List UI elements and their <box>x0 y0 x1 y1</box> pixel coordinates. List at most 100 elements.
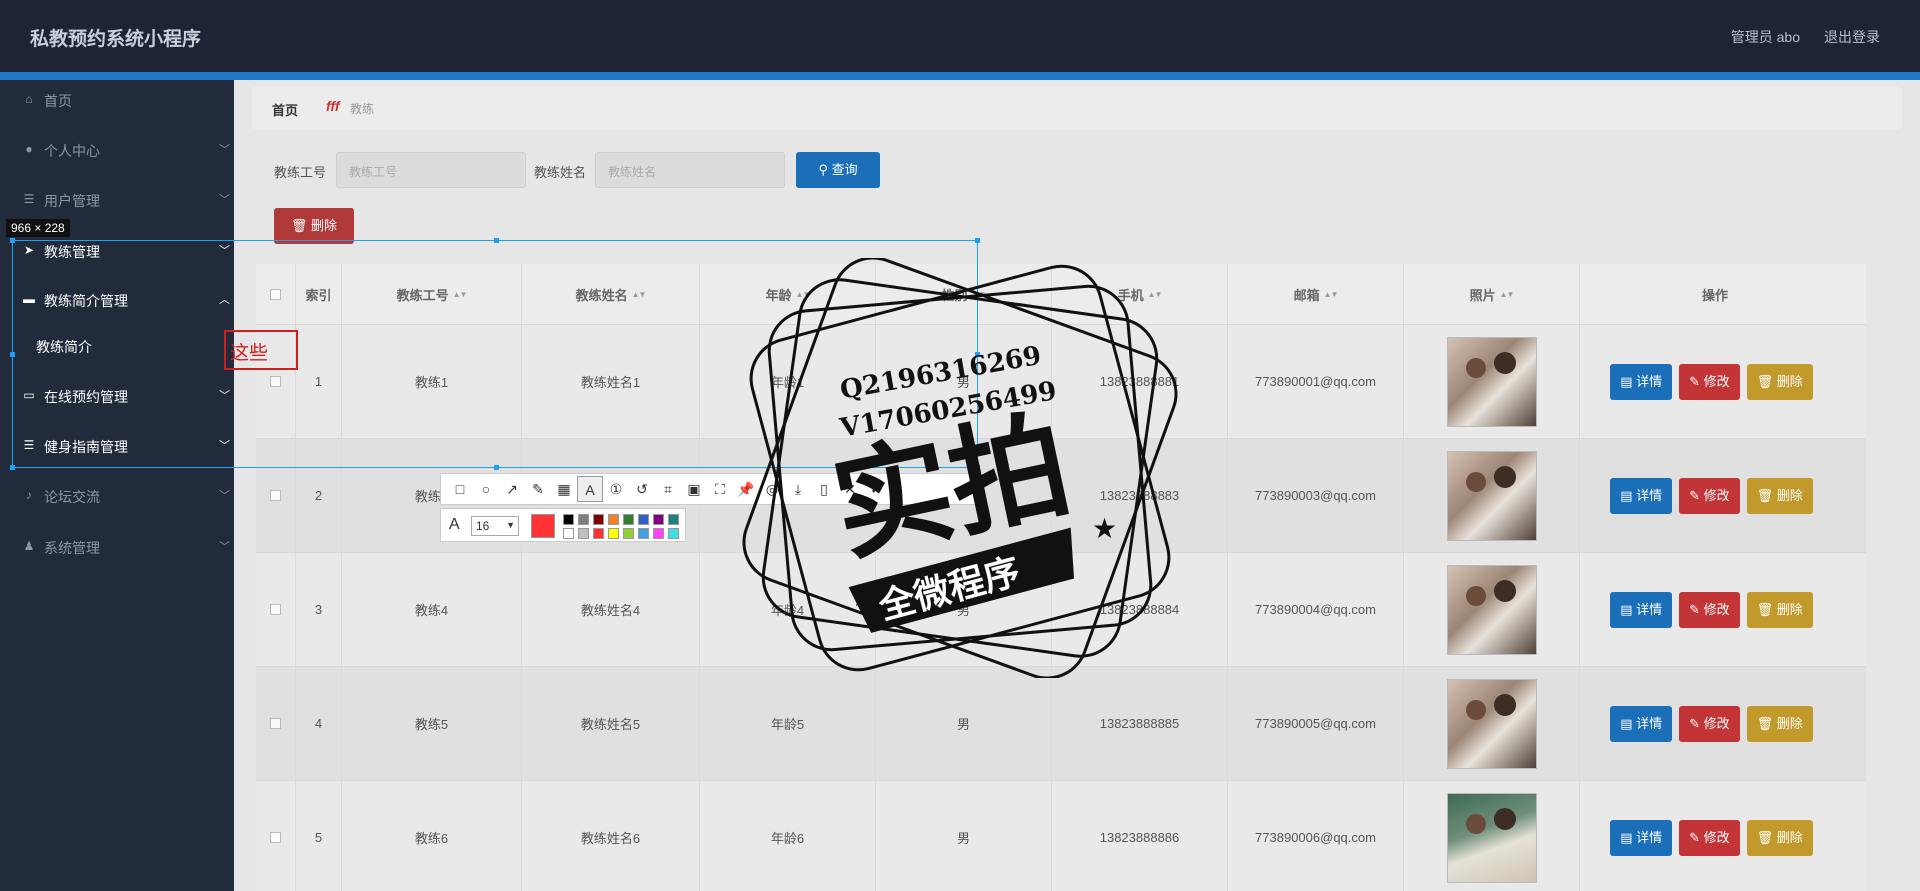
close-icon[interactable]: ✕ <box>837 476 863 502</box>
sidebar-item-booking[interactable]: ▭ 在线预约管理 ﹀ <box>0 376 234 416</box>
row-checkbox[interactable] <box>270 490 281 501</box>
edit-button[interactable]: ✎ 修改 <box>1679 591 1740 628</box>
edit-button[interactable]: ✎ 修改 <box>1679 819 1740 856</box>
translate-icon[interactable]: ◎ <box>759 476 785 502</box>
color-swatch[interactable] <box>668 528 679 539</box>
header-gender[interactable]: 性别 ▲▼ <box>876 264 1052 324</box>
cell-gender: 男 <box>876 781 1052 891</box>
color-swatch[interactable] <box>593 514 604 525</box>
color-swatch[interactable] <box>578 514 589 525</box>
edit-button[interactable]: ✎ 修改 <box>1679 477 1740 514</box>
delete-button[interactable]: 🗑 删除 <box>1746 591 1813 628</box>
coach-photo[interactable] <box>1446 792 1537 883</box>
color-swatch[interactable] <box>593 528 604 539</box>
header-photo[interactable]: 照片 ▲▼ <box>1404 264 1580 324</box>
color-swatch[interactable] <box>638 528 649 539</box>
arrow-icon[interactable]: ↗ <box>499 476 525 502</box>
coach-photo[interactable] <box>1446 450 1537 541</box>
color-swatch[interactable] <box>578 528 589 539</box>
header-age[interactable]: 年龄 ▲▼ <box>700 264 876 324</box>
save-icon[interactable]: ▯ <box>811 476 837 502</box>
batch-delete-button[interactable]: 🗑 删除 <box>274 208 354 244</box>
sidebar-item-coach-intro-management[interactable]: ▬ 教练简介管理 ︿ <box>0 280 234 320</box>
chevron-down-icon: ﹀ <box>219 245 230 257</box>
sidebar-item-home[interactable]: ⌂ 首页 <box>0 80 234 120</box>
color-swatch[interactable] <box>638 514 649 525</box>
font-size-select[interactable]: 16 <box>471 516 519 536</box>
ocr-icon[interactable]: ▣ <box>681 476 707 502</box>
coach-name-input[interactable]: 教练姓名 <box>595 152 785 188</box>
color-swatch[interactable] <box>653 528 664 539</box>
pen-icon[interactable]: ✎ <box>525 476 551 502</box>
annotation-toolbar: □ ○ ↗ ✎ ▦ A ① ↺ ⌗ ▣ ⛶ 📌 ◎ ⤓ ▯ ✕ ✓ <box>440 473 978 505</box>
chevron-down-icon: ﹀ <box>219 490 230 502</box>
select-all-cell[interactable] <box>256 264 296 324</box>
ellipse-icon[interactable]: ○ <box>473 476 499 502</box>
sidebar-item-coach-management[interactable]: ➤ 教练管理 ﹀ <box>0 231 234 271</box>
breadcrumb-home[interactable]: 首页 <box>272 100 298 119</box>
detail-button[interactable]: ▤ 详情 <box>1610 363 1673 400</box>
current-color-swatch[interactable] <box>531 514 555 538</box>
coach-photo[interactable] <box>1446 678 1537 769</box>
sidebar-subitem-coach-intro[interactable]: 教练简介 <box>0 326 234 366</box>
pin-icon[interactable]: 📌 <box>733 476 759 502</box>
delete-button[interactable]: 🗑 删除 <box>1746 705 1813 742</box>
color-swatch[interactable] <box>563 514 574 525</box>
color-swatch[interactable] <box>623 514 634 525</box>
color-swatch[interactable] <box>623 528 634 539</box>
header-email[interactable]: 邮箱 ▲▼ <box>1228 264 1404 324</box>
number-icon[interactable]: ① <box>603 476 629 502</box>
edit-button[interactable]: ✎ 修改 <box>1679 705 1740 742</box>
top-stripe <box>0 72 1920 80</box>
logout-link[interactable]: 退出登录 <box>1824 27 1880 47</box>
delete-button[interactable]: 🗑 删除 <box>1746 477 1813 514</box>
text-icon[interactable]: A <box>577 476 603 502</box>
color-swatch[interactable] <box>563 528 574 539</box>
detail-button[interactable]: ▤ 详情 <box>1610 819 1673 856</box>
undo-icon[interactable]: ↺ <box>629 476 655 502</box>
detail-button[interactable]: ▤ 详情 <box>1610 705 1673 742</box>
row-checkbox[interactable] <box>270 832 281 843</box>
coach-photo[interactable] <box>1446 336 1537 427</box>
scan-icon[interactable]: ⛶ <box>707 476 733 502</box>
sidebar-item-fitness-guide[interactable]: ☰ 健身指南管理 ﹀ <box>0 426 234 466</box>
text-style-toolbar: A 16 <box>440 508 686 542</box>
delete-button[interactable]: 🗑 删除 <box>1746 363 1813 400</box>
row-checkbox[interactable] <box>270 604 281 615</box>
sidebar-item-users[interactable]: ☰ 用户管理 ﹀ <box>0 180 234 220</box>
header-phone[interactable]: 手机 ▲▼ <box>1052 264 1228 324</box>
chevron-down-icon: ﹀ <box>219 144 230 156</box>
cell-index: 1 <box>296 325 342 438</box>
row-checkbox[interactable] <box>270 718 281 729</box>
confirm-icon[interactable]: ✓ <box>863 476 889 502</box>
color-swatch[interactable] <box>608 528 619 539</box>
download-icon[interactable]: ⤓ <box>785 476 811 502</box>
sidebar-item-forum[interactable]: ♪ 论坛交流 ﹀ <box>0 476 234 516</box>
mosaic-icon[interactable]: ▦ <box>551 476 577 502</box>
photo-cell <box>1404 667 1580 780</box>
detail-button[interactable]: ▤ 详情 <box>1610 591 1673 628</box>
rectangle-icon[interactable]: □ <box>447 476 473 502</box>
person-icon: ♟ <box>23 539 35 553</box>
color-swatch[interactable] <box>653 514 664 525</box>
header-coach-id[interactable]: 教练工号 ▲▼ <box>342 264 522 324</box>
actions-cell: ▤ 详情 ✎ 修改 🗑 删除 <box>1580 667 1850 780</box>
row-checkbox[interactable] <box>270 376 281 387</box>
edit-button[interactable]: ✎ 修改 <box>1679 363 1740 400</box>
color-swatch[interactable] <box>668 514 679 525</box>
annotation-textbox[interactable]: 这些 <box>224 330 298 370</box>
actions-cell: ▤ 详情 ✎ 修改 🗑 删除 <box>1580 325 1850 438</box>
query-button[interactable]: ⚲ 查询 <box>796 152 880 188</box>
detail-button[interactable]: ▤ 详情 <box>1610 477 1673 514</box>
crop-icon[interactable]: ⌗ <box>655 476 681 502</box>
sidebar-item-profile[interactable]: ● 个人中心 ﹀ <box>0 130 234 170</box>
sidebar-item-system[interactable]: ♟ 系统管理 ﹀ <box>0 527 234 567</box>
coach-photo[interactable] <box>1446 564 1537 655</box>
row-select-cell <box>256 667 296 780</box>
color-swatch[interactable] <box>608 514 619 525</box>
cell-id: 教练1 <box>342 325 522 438</box>
coach-id-input[interactable]: 教练工号 <box>336 152 526 188</box>
delete-button[interactable]: 🗑 删除 <box>1746 819 1813 856</box>
header-coach-name[interactable]: 教练姓名 ▲▼ <box>522 264 700 324</box>
select-all-checkbox[interactable] <box>270 288 281 300</box>
